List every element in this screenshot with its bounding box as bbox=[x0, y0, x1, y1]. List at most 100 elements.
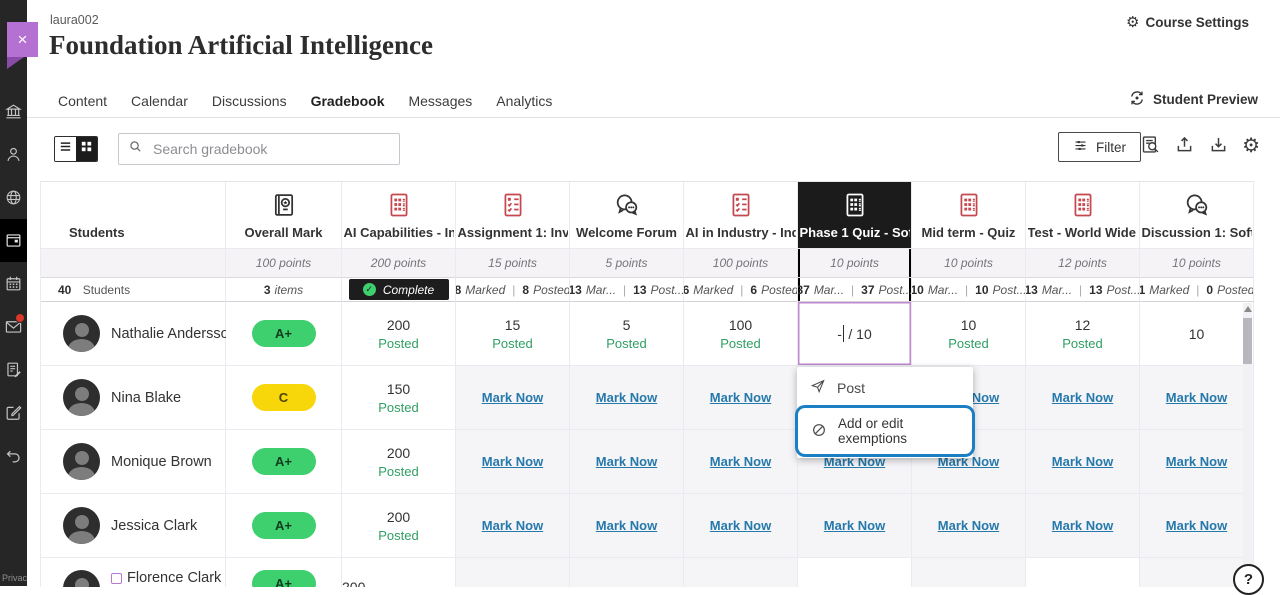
column-header-phase-1-quiz-soft[interactable]: Phase 1 Quiz - Soft... bbox=[798, 182, 912, 249]
column-header-ai-in-industry-indi[interactable]: AI in Industry - Indi... bbox=[684, 182, 798, 249]
mark-now-link[interactable]: Mark Now bbox=[710, 454, 771, 469]
students-column-header[interactable]: Students bbox=[41, 182, 226, 249]
grade-cell-discussion-1-softw: Mark Now bbox=[1140, 366, 1254, 430]
grade-editor[interactable]: -/ 10 bbox=[837, 325, 872, 342]
menu-item-add-exemptions[interactable]: Add or edit exemptions bbox=[798, 408, 972, 454]
grade-cell-welcome-forum: Mark Now bbox=[570, 430, 684, 494]
student-cell-nathalie-andersson[interactable]: Nathalie Andersson bbox=[41, 302, 226, 366]
filter-button[interactable]: Filter bbox=[1058, 132, 1141, 162]
grade-posted-status: Posted bbox=[378, 527, 418, 544]
student-cell-monique-brown[interactable]: Monique Brown bbox=[41, 430, 226, 494]
vertical-scrollbar[interactable] bbox=[1243, 303, 1252, 586]
help-button[interactable]: ? bbox=[1233, 564, 1264, 595]
grade-cell-test-world-wide[interactable]: 12Posted bbox=[1026, 302, 1140, 366]
mark-now-link[interactable]: Mark Now bbox=[1166, 454, 1227, 469]
overall-grade-cell[interactable]: A+ bbox=[226, 494, 342, 558]
grade-cell-ai-capabilities-ind[interactable]: 200Posted bbox=[342, 430, 456, 494]
sidebar-item-institution[interactable] bbox=[0, 90, 27, 133]
stats-cell-mid-term-quiz: 10 Mar...|10 Post... bbox=[912, 278, 1026, 302]
points-cell-overall-mark: 100 points bbox=[226, 249, 342, 278]
menu-item-post[interactable]: Post bbox=[797, 370, 973, 405]
tab-calendar[interactable]: Calendar bbox=[119, 87, 200, 115]
document-search-button[interactable] bbox=[1140, 134, 1161, 158]
tab-messages[interactable]: Messages bbox=[396, 87, 484, 115]
student-preview-button[interactable]: Student Preview bbox=[1122, 88, 1264, 111]
mark-now-link[interactable]: Mark Now bbox=[1052, 518, 1113, 533]
grade-cell-welcome-forum[interactable]: 5Posted bbox=[570, 302, 684, 366]
sidebar-item-tools[interactable] bbox=[0, 391, 27, 434]
sidebar-item-profile[interactable] bbox=[0, 133, 27, 176]
grid-view-button[interactable] bbox=[76, 137, 97, 161]
grade-posted-status: Posted bbox=[378, 399, 418, 416]
overall-grade-cell[interactable]: A+ bbox=[226, 302, 342, 366]
mark-now-link[interactable]: Mark Now bbox=[1052, 454, 1113, 469]
grade-cell-ai-capabilities-ind[interactable]: 200Posted bbox=[342, 558, 456, 587]
mark-now-link[interactable]: Mark Now bbox=[482, 454, 543, 469]
sidebar-item-calendar[interactable] bbox=[0, 262, 27, 305]
mark-now-link[interactable]: Mark Now bbox=[596, 518, 657, 533]
upload-button[interactable] bbox=[1174, 134, 1195, 158]
grade-cell-ai-capabilities-ind[interactable]: 150Posted bbox=[342, 366, 456, 430]
mark-now-link[interactable]: Mark Now bbox=[1166, 390, 1227, 405]
grade-cell-test-world-wide[interactable]: 12 bbox=[1026, 558, 1140, 587]
overall-grade-cell[interactable]: A+ bbox=[226, 558, 342, 587]
mark-now-link[interactable]: Mark Now bbox=[938, 518, 999, 533]
scrollbar-thumb[interactable] bbox=[1243, 318, 1252, 364]
grade-posted-status: Posted bbox=[720, 335, 760, 352]
settings-gear-icon: ⚙ bbox=[1242, 136, 1260, 156]
page-title: Foundation Artificial Intelligence bbox=[49, 30, 433, 61]
search-input[interactable] bbox=[151, 140, 390, 158]
scroll-up-icon[interactable] bbox=[1244, 306, 1252, 312]
mark-now-link[interactable]: Mark Now bbox=[482, 390, 543, 405]
list-view-button[interactable] bbox=[55, 137, 76, 161]
column-header-assignment-1-inve[interactable]: Assignment 1: Inve... bbox=[456, 182, 570, 249]
sidebar-item-sign-out[interactable] bbox=[0, 434, 27, 477]
grade-value: 150 bbox=[387, 380, 410, 398]
column-header-ai-capabilities-ind[interactable]: AI Capabilities - Ind... bbox=[342, 182, 456, 249]
sidebar-item-activity[interactable] bbox=[0, 176, 27, 219]
mark-now-link[interactable]: Mark Now bbox=[1166, 518, 1227, 533]
mark-now-link[interactable]: Mark Now bbox=[710, 518, 771, 533]
grade-cell-assignment-1-inve[interactable]: 15Posted bbox=[456, 302, 570, 366]
mark-now-link[interactable]: Mark Now bbox=[1052, 390, 1113, 405]
stats-cell-overall-mark: 3 items bbox=[226, 278, 342, 302]
download-button[interactable] bbox=[1208, 134, 1229, 158]
column-header-discussion-1-softw[interactable]: Discussion 1: Softw... bbox=[1140, 182, 1254, 249]
grade-cell-mid-term-quiz[interactable]: 10Posted bbox=[912, 302, 1026, 366]
gradebook-grid: StudentsOverall MarkAI Capabilities - In… bbox=[40, 181, 1254, 587]
tab-content[interactable]: Content bbox=[46, 87, 119, 115]
mark-now-link[interactable]: Mark Now bbox=[824, 518, 885, 533]
mark-now-link[interactable]: Mark Now bbox=[596, 454, 657, 469]
course-settings-button[interactable]: ⚙ Course Settings bbox=[1120, 14, 1255, 31]
overall-grade-cell[interactable]: C bbox=[226, 366, 342, 430]
tab-discussions[interactable]: Discussions bbox=[200, 87, 299, 115]
mark-now-link[interactable]: Mark Now bbox=[596, 390, 657, 405]
overall-grade-cell[interactable]: A+ bbox=[226, 430, 342, 494]
sidebar-item-grades[interactable] bbox=[0, 348, 27, 391]
grade-cell-ai-capabilities-ind[interactable]: 200Posted bbox=[342, 494, 456, 558]
student-cell-jessica-clark[interactable]: Jessica Clark bbox=[41, 494, 226, 558]
close-course-button[interactable]: × bbox=[7, 22, 38, 57]
mark-now-link[interactable]: Mark Now bbox=[482, 518, 543, 533]
gear-icon: ⚙ bbox=[1126, 15, 1139, 30]
column-header-test-world-wide[interactable]: Test - World Wide ... bbox=[1026, 182, 1140, 249]
grade-input-cell-phase-1-quiz-soft[interactable]: -/ 10 bbox=[798, 302, 912, 366]
privacy-link[interactable]: Privacy bbox=[2, 573, 27, 583]
column-header-overall-mark[interactable]: Overall Mark bbox=[226, 182, 342, 249]
mark-now-link[interactable]: Mark Now bbox=[710, 390, 771, 405]
student-cell-nina-blake[interactable]: Nina Blake bbox=[41, 366, 226, 430]
sidebar-item-courses[interactable] bbox=[0, 219, 27, 262]
tab-gradebook[interactable]: Gradebook bbox=[299, 87, 397, 115]
grade-cell-discussion-1-softw[interactable]: 10 bbox=[1140, 302, 1254, 366]
grade-cell-phase-1-quiz-soft[interactable]: 7 bbox=[798, 558, 912, 587]
grade-cell-ai-in-industry-indi[interactable]: 100Posted bbox=[684, 302, 798, 366]
student-cell-florence-clark[interactable]: Florence Clark bbox=[41, 558, 226, 587]
settings-button[interactable]: ⚙ bbox=[1242, 136, 1260, 156]
sidebar-item-messages[interactable] bbox=[0, 305, 27, 348]
column-header-mid-term-quiz[interactable]: Mid term - Quiz bbox=[912, 182, 1026, 249]
tab-analytics[interactable]: Analytics bbox=[484, 87, 564, 115]
column-header-welcome-forum[interactable]: Welcome Forum bbox=[570, 182, 684, 249]
grade-cell-ai-capabilities-ind[interactable]: 200Posted bbox=[342, 302, 456, 366]
student-preview-icon bbox=[1128, 89, 1146, 110]
tools-icon bbox=[4, 403, 23, 422]
